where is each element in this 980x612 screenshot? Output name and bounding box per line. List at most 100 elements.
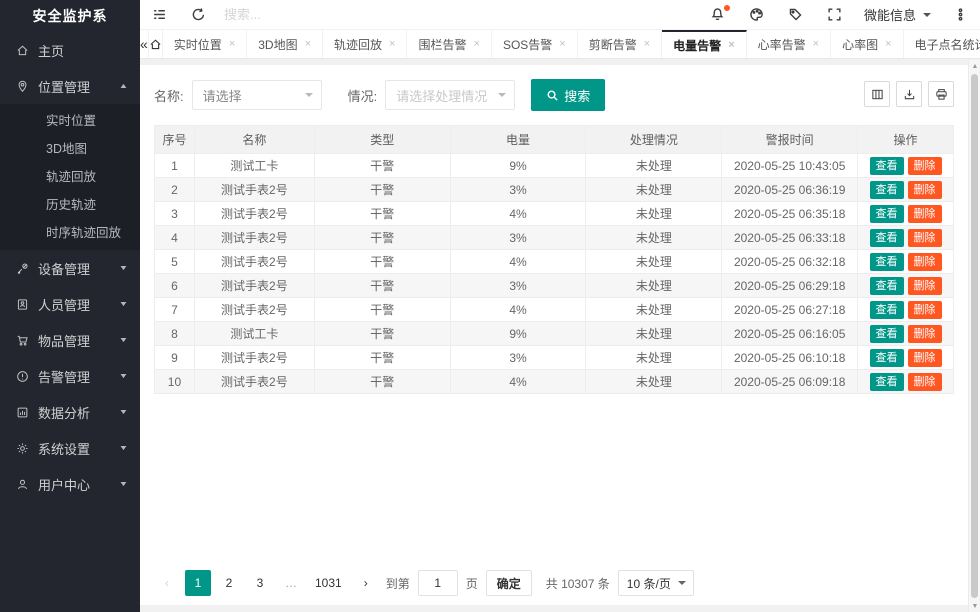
sidebar-item[interactable]: 用户中心▼ [0, 466, 140, 502]
cell-name: 测试手表2号 [194, 226, 314, 250]
cell-status: 未处理 [586, 346, 722, 370]
tab[interactable]: 电子点名统计图× [904, 30, 980, 58]
notifications-button[interactable] [698, 0, 737, 29]
tab[interactable]: 实时位置× [163, 30, 247, 58]
search-button[interactable]: 搜索 [531, 79, 605, 111]
cell-battery: 4% [450, 202, 586, 226]
view-button[interactable]: 查看 [870, 205, 904, 223]
page-button[interactable]: 1 [185, 570, 211, 596]
filter-columns-button[interactable] [864, 81, 890, 107]
sidebar-subitem[interactable]: 轨迹回放 [0, 163, 140, 191]
delete-button[interactable]: 删除 [908, 181, 942, 199]
tab-close-icon[interactable]: × [559, 38, 565, 50]
tab[interactable]: 围栏告警× [407, 30, 491, 58]
page-button[interactable]: 1031 [309, 570, 348, 596]
menu-collapse-button[interactable] [140, 0, 179, 29]
cell-actions: 查看删除 [858, 226, 954, 250]
delete-button[interactable]: 删除 [908, 229, 942, 247]
delete-button[interactable]: 删除 [908, 205, 942, 223]
tab-close-icon[interactable]: × [389, 38, 395, 50]
sidebar-item[interactable]: 位置管理▲ [0, 68, 140, 104]
table-row: 5测试手表2号干警4%未处理2020-05-25 06:32:18查看删除 [155, 250, 954, 274]
sidebar-subitem[interactable]: 时序轨迹回放 [0, 219, 140, 247]
scrollbar-thumb[interactable] [971, 74, 978, 598]
view-button[interactable]: 查看 [870, 229, 904, 247]
global-search-input[interactable] [224, 7, 334, 22]
cell-battery: 4% [450, 370, 586, 394]
tab[interactable]: 轨迹回放× [323, 30, 407, 58]
view-button[interactable]: 查看 [870, 157, 904, 175]
next-page-button[interactable]: › [353, 570, 379, 596]
delete-button[interactable]: 删除 [908, 373, 942, 391]
delete-button[interactable]: 删除 [908, 301, 942, 319]
prev-page-button[interactable]: ‹ [154, 570, 180, 596]
view-button[interactable]: 查看 [870, 325, 904, 343]
tab-close-icon[interactable]: × [885, 38, 891, 50]
sidebar-item[interactable]: 物品管理▼ [0, 322, 140, 358]
tab-close-icon[interactable]: × [728, 39, 734, 51]
tab-close-icon[interactable]: × [229, 38, 235, 50]
scroll-up-arrow-icon[interactable]: ▲ [969, 60, 980, 72]
sidebar-item[interactable]: 主页 [0, 32, 140, 68]
view-button[interactable]: 查看 [870, 253, 904, 271]
tabs-scroll-left-button[interactable]: « [140, 30, 149, 58]
status-filter-select[interactable]: 请选择处理情况 [385, 80, 515, 110]
cell-name: 测试手表2号 [194, 178, 314, 202]
sidebar-subitem[interactable]: 实时位置 [0, 107, 140, 135]
delete-button[interactable]: 删除 [908, 157, 942, 175]
bell-icon [710, 7, 725, 22]
caret-down-icon [498, 93, 506, 101]
delete-button[interactable]: 删除 [908, 253, 942, 271]
tab-close-icon[interactable]: × [813, 38, 819, 50]
fullscreen-button[interactable] [815, 0, 854, 29]
refresh-button[interactable] [179, 0, 218, 29]
tab[interactable]: 3D地图× [247, 30, 323, 58]
table-toolbar [864, 81, 954, 107]
theme-button[interactable] [737, 0, 776, 29]
sidebar-subitem[interactable]: 3D地图 [0, 135, 140, 163]
home-tab[interactable] [149, 30, 163, 58]
tab[interactable]: SOS告警× [492, 30, 578, 58]
sidebar-subitem[interactable]: 历史轨迹 [0, 191, 140, 219]
jump-page-input[interactable] [418, 570, 458, 596]
sidebar-item[interactable]: 系统设置▼ [0, 430, 140, 466]
delete-button[interactable]: 删除 [908, 325, 942, 343]
view-button[interactable]: 查看 [870, 277, 904, 295]
page-button[interactable]: 3 [247, 570, 273, 596]
sidebar-item[interactable]: 人员管理▼ [0, 286, 140, 322]
cell-battery: 4% [450, 250, 586, 274]
view-button[interactable]: 查看 [870, 301, 904, 319]
chevron-down-icon: ▼ [119, 445, 129, 452]
view-button[interactable]: 查看 [870, 349, 904, 367]
tag-button[interactable] [776, 0, 815, 29]
sidebar-item[interactable]: 数据分析▼ [0, 394, 140, 430]
search-button-label: 搜索 [564, 86, 590, 105]
delete-button[interactable]: 删除 [908, 277, 942, 295]
tab[interactable]: 电量告警× [662, 30, 746, 58]
tab-close-icon[interactable]: × [305, 38, 311, 50]
global-search [224, 7, 334, 22]
tab-close-icon[interactable]: × [474, 38, 480, 50]
page-size-select[interactable]: 10 条/页 [618, 570, 694, 596]
more-options-button[interactable] [941, 0, 980, 29]
tab-close-icon[interactable]: × [644, 38, 650, 50]
page-button[interactable]: 2 [216, 570, 242, 596]
scroll-down-arrow-icon[interactable]: ▼ [969, 600, 980, 612]
tab[interactable]: 心率图× [831, 30, 903, 58]
name-filter-select[interactable]: 请选择 [192, 80, 322, 110]
cell-type: 干警 [314, 250, 450, 274]
print-icon [935, 88, 948, 101]
export-button[interactable] [896, 81, 922, 107]
view-button[interactable]: 查看 [870, 181, 904, 199]
account-menu[interactable]: 微能信息 [854, 0, 941, 29]
sidebar-item[interactable]: 告警管理▼ [0, 358, 140, 394]
tab[interactable]: 剪断告警× [578, 30, 662, 58]
print-button[interactable] [928, 81, 954, 107]
delete-button[interactable]: 删除 [908, 349, 942, 367]
confirm-jump-button[interactable]: 确定 [486, 570, 532, 596]
cell-name: 测试手表2号 [194, 298, 314, 322]
tab[interactable]: 心率告警× [747, 30, 831, 58]
view-button[interactable]: 查看 [870, 373, 904, 391]
sidebar-item[interactable]: 设备管理▼ [0, 250, 140, 286]
vertical-scrollbar[interactable]: ▲ ▼ [968, 60, 980, 612]
